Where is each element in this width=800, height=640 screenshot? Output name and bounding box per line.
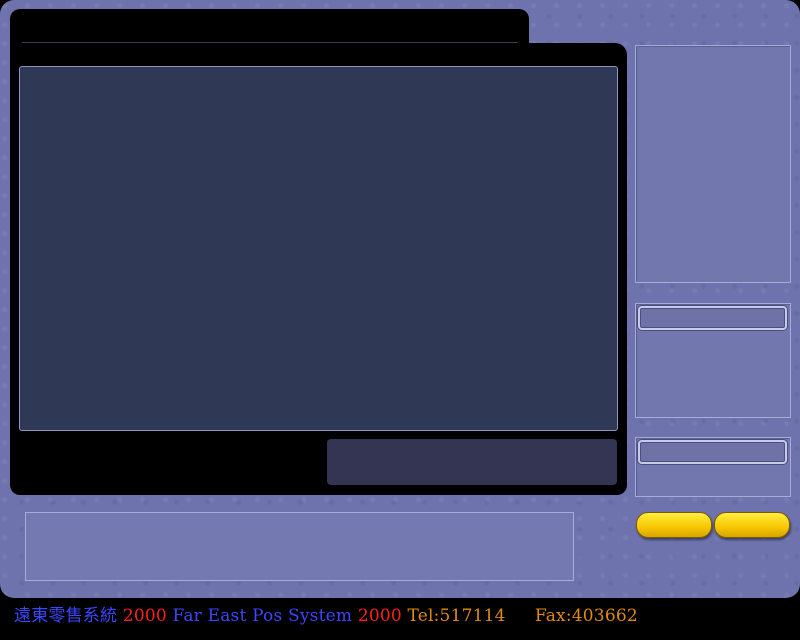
footer-product-name: Far East Pos System [172,606,353,626]
tab-divider [22,42,518,43]
side-input-field-2[interactable] [638,440,787,464]
yellow-button-left[interactable] [636,512,712,538]
footer-bar: 遠東零售系統 2000 Far East Pos System 2000 Tel… [14,601,638,626]
main-display-area [19,66,618,431]
display-status-box [327,439,617,485]
side-input-field-1[interactable] [638,306,787,330]
side-info-panel [635,45,791,283]
footer-year-2: 2000 [357,606,402,626]
yellow-button-right[interactable] [714,512,790,538]
footer-tel: Tel:517114 [407,606,506,626]
footer-system-cn: 遠東零售系統 [14,606,118,626]
message-area [25,512,574,581]
footer-year-1: 2000 [122,606,167,626]
footer-fax: Fax:403662 [534,606,638,626]
